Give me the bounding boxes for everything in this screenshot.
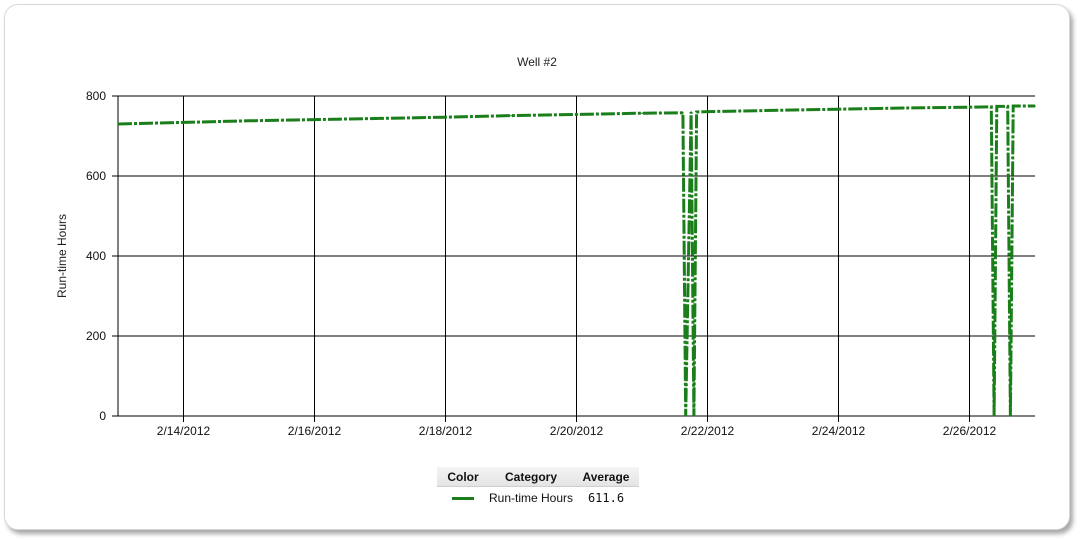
data-point bbox=[690, 111, 692, 113]
y-tick-label: 200 bbox=[86, 329, 106, 343]
x-tick-label: 2/22/2012 bbox=[681, 424, 735, 438]
legend-header-category: Category bbox=[504, 469, 557, 484]
legend-table: Color Category Average Run-time Hours 61… bbox=[437, 467, 639, 509]
y-tick-label: 400 bbox=[86, 249, 106, 263]
legend-row: Run-time Hours 611.6 bbox=[437, 487, 639, 509]
x-tick-label: 2/14/2012 bbox=[157, 424, 211, 438]
data-point bbox=[995, 105, 998, 108]
x-tick-label: 2/18/2012 bbox=[419, 424, 473, 438]
data-point bbox=[837, 108, 840, 110]
data-point bbox=[510, 114, 512, 117]
data-point bbox=[684, 415, 687, 417]
y-tick-label: 800 bbox=[86, 89, 106, 103]
data-point bbox=[706, 110, 709, 113]
data-point bbox=[379, 117, 381, 120]
data-point bbox=[575, 113, 578, 116]
data-point bbox=[903, 107, 905, 109]
data-point bbox=[1012, 105, 1014, 107]
data-point bbox=[248, 120, 250, 122]
x-tick-label: 2/24/2012 bbox=[812, 424, 866, 438]
data-point bbox=[117, 123, 119, 125]
data-point bbox=[1009, 415, 1012, 417]
data-point bbox=[313, 118, 316, 121]
data-point bbox=[695, 111, 698, 113]
x-tick-label: 2/26/2012 bbox=[943, 424, 997, 438]
legend-header-average: Average bbox=[582, 469, 630, 484]
data-point bbox=[444, 116, 447, 118]
legend-average: 611.6 bbox=[587, 491, 625, 505]
data-point bbox=[693, 415, 695, 417]
data-point bbox=[990, 106, 993, 108]
y-tick-label: 600 bbox=[86, 169, 106, 183]
data-point bbox=[1006, 105, 1009, 108]
line-chart: 0 200 400 600 800 2/14/2012 2/16/2012 2/18/2012… bbox=[86, 89, 1036, 438]
data-point bbox=[682, 112, 684, 114]
data-point bbox=[968, 106, 971, 108]
legend-category: Run-time Hours bbox=[489, 491, 574, 505]
y-tick-label: 0 bbox=[99, 409, 106, 423]
legend-header-color: Color bbox=[447, 469, 479, 484]
data-point bbox=[993, 415, 995, 417]
data-point bbox=[772, 109, 774, 112]
x-tick-label: 2/16/2012 bbox=[288, 424, 342, 438]
legend-header: Color Category Average bbox=[437, 467, 639, 487]
legend-color-swatch bbox=[452, 497, 474, 501]
data-point bbox=[641, 112, 643, 114]
data-point bbox=[1034, 105, 1036, 107]
data-point bbox=[182, 121, 185, 124]
x-tick-label: 2/20/2012 bbox=[550, 424, 604, 438]
